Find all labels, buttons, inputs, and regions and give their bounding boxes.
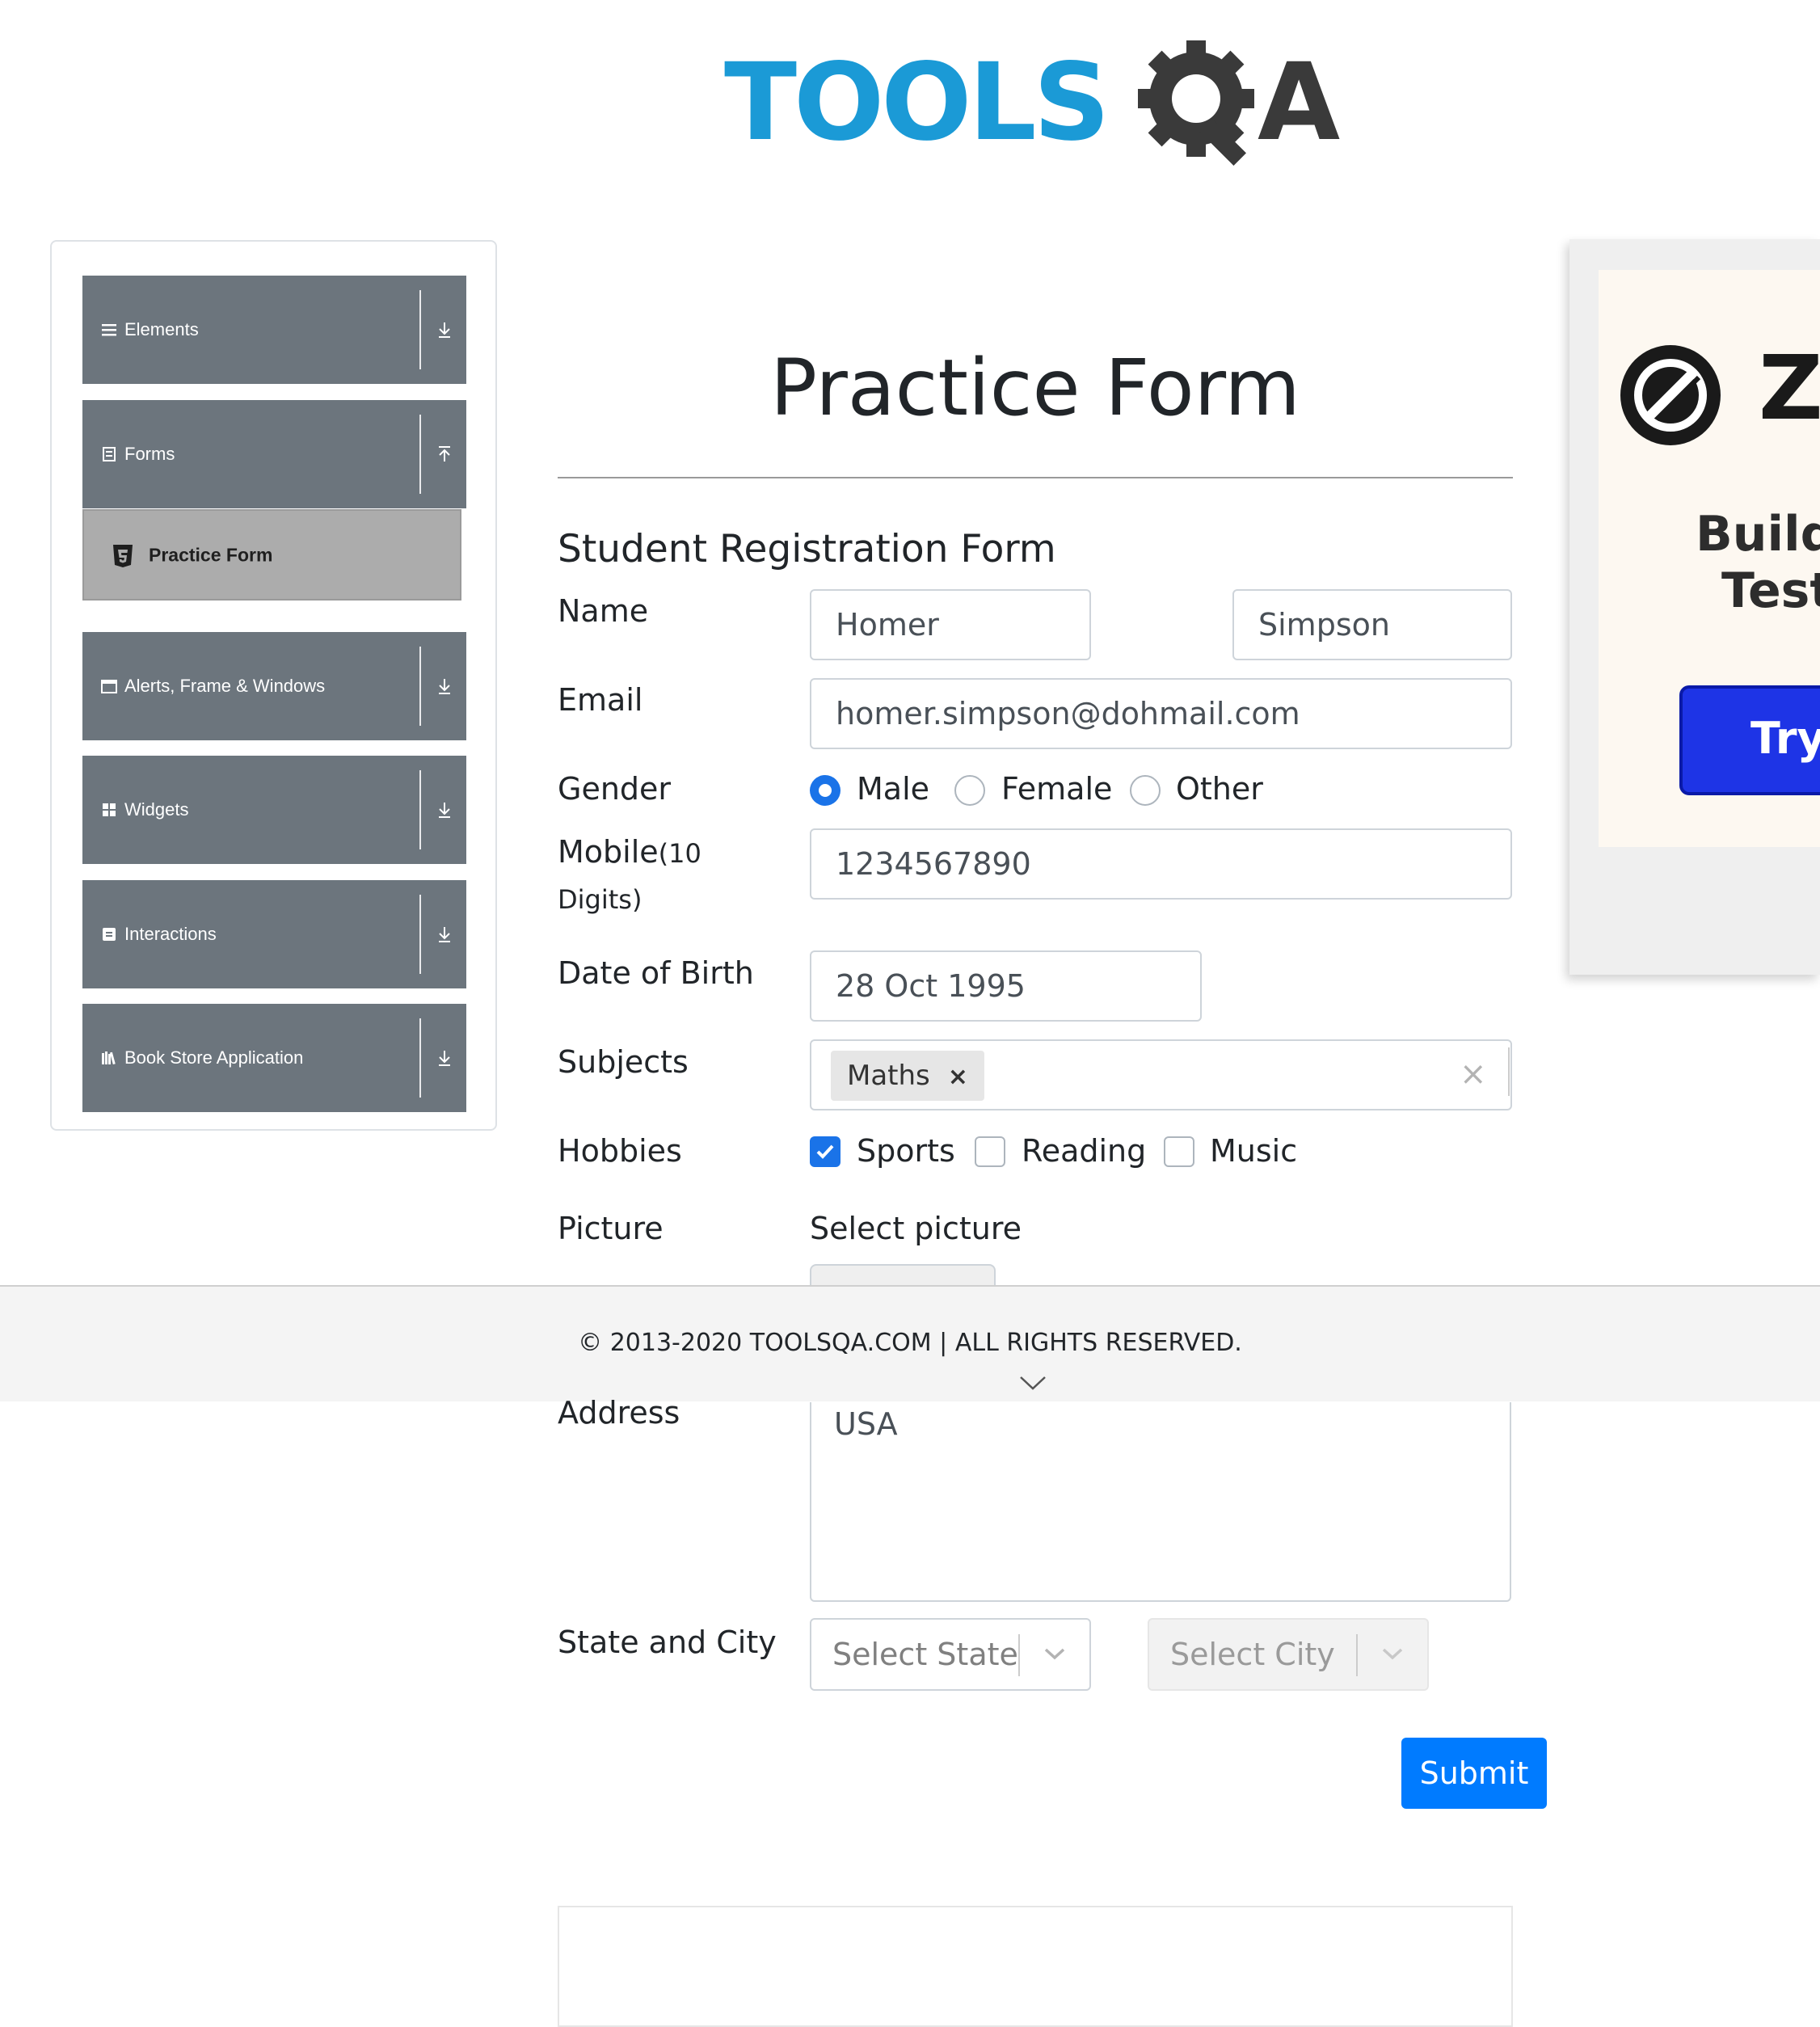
ad-try-label: Try	[1750, 713, 1820, 764]
checkmark-icon	[816, 1144, 834, 1159]
sidebar-group-widgets[interactable]: Widgets	[82, 756, 466, 864]
first-name-input[interactable]: Homer	[810, 589, 1091, 660]
mobile-hint: (10	[658, 838, 701, 869]
state-select[interactable]: Select State	[810, 1618, 1091, 1691]
subject-tag-label: Maths	[847, 1060, 930, 1092]
submit-button[interactable]: Submit	[1401, 1738, 1547, 1809]
sidebar-group-label: Interactions	[124, 924, 217, 944]
mobile-input[interactable]: 1234567890	[810, 828, 1512, 900]
city-select[interactable]: Select City	[1148, 1618, 1429, 1691]
ad-try-button[interactable]: Try	[1679, 685, 1820, 795]
current-address-value: USA	[834, 1406, 898, 1442]
sidebar-group-book-store-application[interactable]: Book Store Application	[82, 1004, 466, 1112]
gender-other-radio[interactable]	[1130, 775, 1161, 806]
dob-label: Date of Birth	[558, 955, 754, 991]
email-input[interactable]: homer.simpson@dohmail.com	[810, 678, 1512, 749]
last-name-input[interactable]: Simpson	[1232, 589, 1512, 660]
sidebar-group-label: Book Store Application	[124, 1047, 304, 1068]
date-of-birth-input[interactable]: 28 Oct 1995	[810, 950, 1202, 1022]
subject-tag: Maths ×	[831, 1051, 984, 1101]
address-label: Address	[558, 1395, 680, 1431]
window-icon	[101, 680, 117, 693]
divider	[419, 290, 421, 369]
title-divider	[558, 477, 1513, 478]
ad-brand-letter: Z	[1759, 336, 1820, 440]
divider	[419, 1018, 421, 1098]
sidebar-group-label: Alerts, Frame & Windows	[124, 676, 326, 696]
sidebar-item-label: Practice Form	[149, 544, 273, 565]
mobile-label: Mobile(10	[558, 834, 701, 870]
chevron-down-icon[interactable]	[1018, 1374, 1047, 1392]
gender-male-label[interactable]: Male	[857, 771, 929, 807]
chevron-down-icon	[1044, 1648, 1065, 1660]
hobby-reading-label[interactable]: Reading	[1022, 1133, 1146, 1169]
state-city-label: State and City	[558, 1625, 777, 1660]
name-label: Name	[558, 593, 649, 629]
advertisement-banner[interactable]: Z Build Test Try	[1569, 239, 1820, 975]
sidebar-group-interactions[interactable]: Interactions	[82, 880, 466, 988]
picture-label: Picture	[558, 1211, 664, 1246]
divider	[1356, 1634, 1358, 1676]
divider	[1018, 1634, 1020, 1676]
mobile-hint-line2: Digits)	[558, 884, 642, 915]
select-picture-label: Select picture	[810, 1211, 1022, 1246]
document-icon	[103, 447, 116, 461]
gender-female-label[interactable]: Female	[1001, 771, 1112, 807]
page-title: Practice Form	[770, 343, 1300, 433]
divider	[419, 647, 421, 726]
clear-subjects-icon[interactable]: ×	[1460, 1056, 1487, 1093]
hobby-music-label[interactable]: Music	[1210, 1133, 1297, 1169]
logo-text-tools: TOOLS	[724, 40, 1110, 165]
ad-headline-line2: Test	[1721, 563, 1820, 619]
grid-icon	[103, 803, 116, 816]
mobile-label-text: Mobile	[558, 834, 659, 870]
hobby-music-checkbox[interactable]	[1164, 1136, 1194, 1167]
download-arrow-icon[interactable]	[434, 319, 455, 340]
gear-magnifier-icon	[1138, 40, 1254, 166]
state-placeholder: Select State	[832, 1637, 1018, 1672]
divider	[419, 770, 421, 849]
sidebar-item-practice-form[interactable]: Practice Form	[82, 509, 461, 601]
email-label: Email	[558, 682, 643, 718]
hamburger-icon	[102, 324, 116, 336]
upload-arrow-icon[interactable]	[434, 444, 455, 465]
gender-male-radio[interactable]	[810, 775, 840, 806]
download-arrow-icon[interactable]	[434, 799, 455, 820]
hobby-sports-checkbox[interactable]	[810, 1136, 840, 1167]
city-placeholder: Select City	[1170, 1637, 1335, 1672]
logo-text-a: A	[1258, 40, 1341, 165]
ad-headline-line1: Build	[1696, 506, 1820, 563]
sidebar-group-label: Elements	[124, 319, 199, 339]
sidebar-group-alerts-frame-windows[interactable]: Alerts, Frame & Windows	[82, 632, 466, 740]
divider	[419, 895, 421, 974]
ad-logo-icon	[1620, 345, 1721, 445]
gender-label: Gender	[558, 771, 672, 807]
hobbies-label: Hobbies	[558, 1133, 682, 1169]
sidebar-group-label: Forms	[124, 444, 175, 464]
sidebar-group-elements[interactable]: Elements	[82, 276, 466, 384]
form-heading: Student Registration Form	[558, 527, 1056, 571]
html5-icon	[113, 545, 133, 567]
remove-subject-icon[interactable]: ×	[948, 1063, 968, 1091]
chevron-down-icon	[1382, 1648, 1403, 1660]
interaction-icon	[103, 928, 116, 941]
subjects-label: Subjects	[558, 1044, 689, 1080]
hobby-sports-label[interactable]: Sports	[857, 1133, 955, 1169]
sidebar-group-label: Widgets	[124, 799, 189, 820]
download-arrow-icon[interactable]	[434, 924, 455, 945]
divider	[419, 415, 421, 494]
download-arrow-icon[interactable]	[434, 676, 455, 697]
footer-copyright: © 2013-2020 TOOLSQA.COM | ALL RIGHTS RES…	[578, 1329, 1242, 1357]
gender-female-radio[interactable]	[954, 775, 985, 806]
current-address-textarea[interactable]	[810, 1402, 1511, 1602]
divider	[1508, 1047, 1510, 1096]
hobby-reading-checkbox[interactable]	[975, 1136, 1005, 1167]
gender-other-label[interactable]: Other	[1176, 771, 1263, 807]
books-icon	[102, 1051, 116, 1065]
sidebar-group-forms[interactable]: Forms	[82, 400, 466, 508]
toolsqa-logo[interactable]: TOOLS A	[724, 29, 1350, 175]
bottom-container	[558, 1906, 1513, 2027]
download-arrow-icon[interactable]	[434, 1047, 455, 1068]
